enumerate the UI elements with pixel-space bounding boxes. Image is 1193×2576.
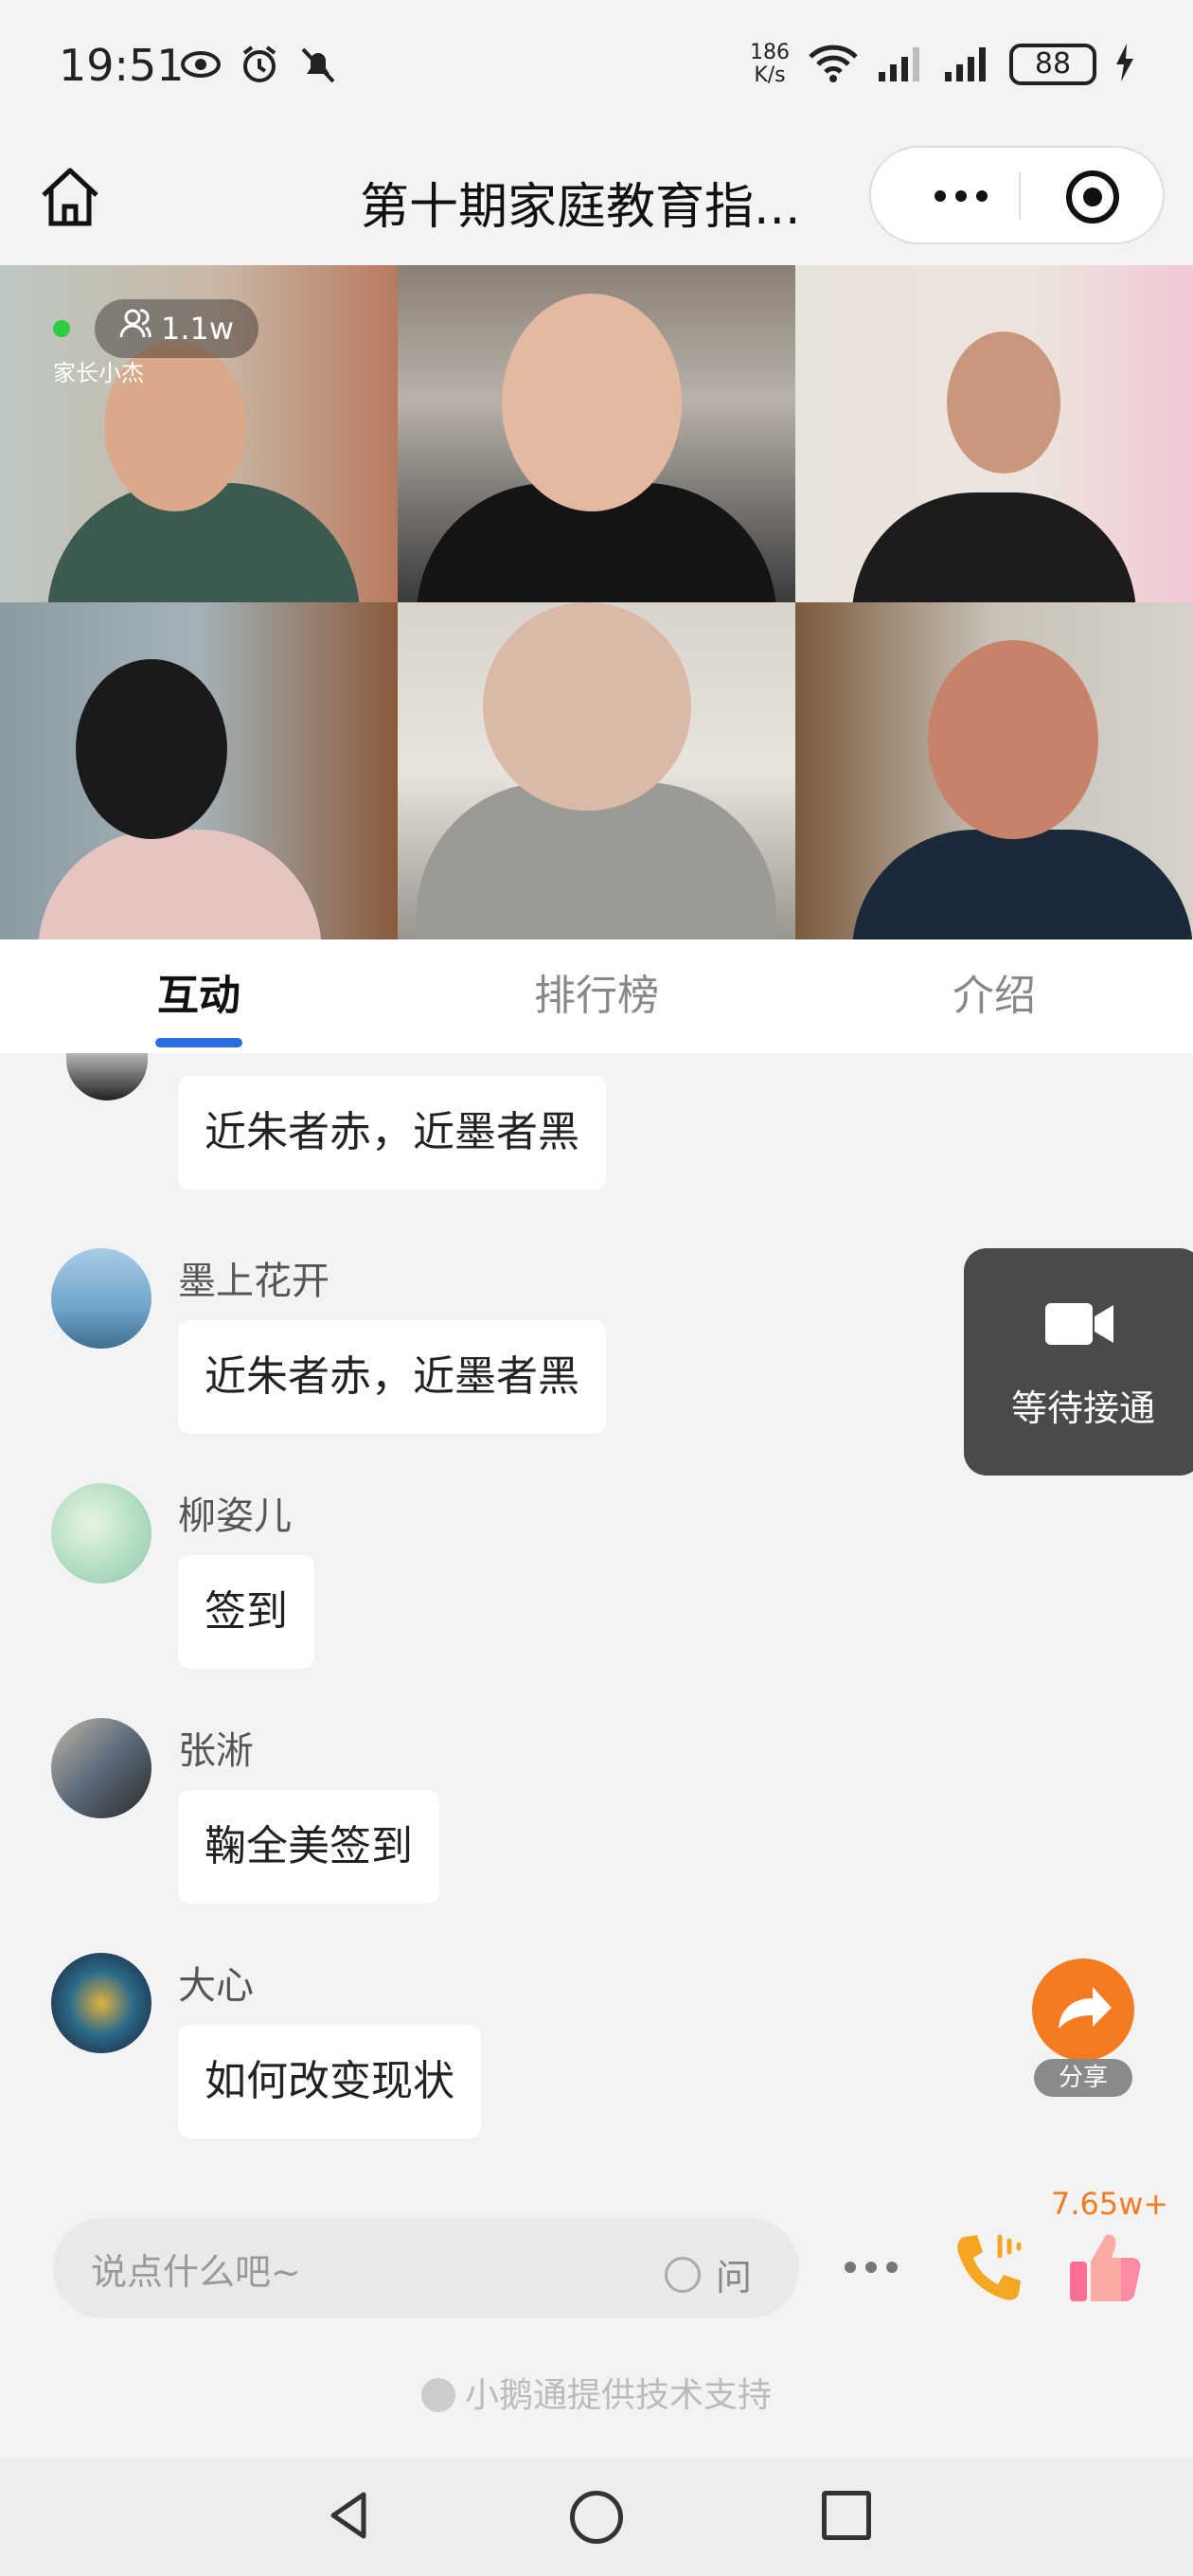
- message-sender: 张淅: [178, 1729, 254, 1773]
- home-icon[interactable]: [36, 163, 104, 231]
- home-circle-icon[interactable]: [570, 2491, 623, 2544]
- share-label: 分享: [1034, 2059, 1132, 2097]
- avatar[interactable]: [51, 1953, 151, 2053]
- message-bubble: 鞠全美签到: [178, 1790, 439, 1904]
- waiting-label: 等待接通: [1010, 1387, 1155, 1429]
- net-speed-unit: K/s: [754, 63, 786, 87]
- status-time: 19:51: [59, 40, 185, 91]
- capsule-menu: [869, 146, 1165, 244]
- radio-icon: [665, 2256, 701, 2293]
- share-button[interactable]: 分享: [1032, 1959, 1134, 2097]
- xiaoetong-logo-icon: [420, 2378, 455, 2412]
- ask-toggle[interactable]: 问: [665, 2248, 752, 2300]
- viewer-count: 1.1w: [161, 311, 235, 347]
- net-speed-value: 186: [750, 41, 790, 64]
- powered-by-text: 小鹅通提供技术支持: [464, 2376, 772, 2415]
- like-count: 7.65w+: [1051, 2186, 1169, 2222]
- tab-bar: 互动 排行榜 介绍: [0, 939, 1193, 1053]
- tab-interaction[interactable]: 互动: [0, 939, 398, 1053]
- message-sender: 柳姿儿: [178, 1494, 292, 1538]
- bottom-bar: 说点什么吧~ 问 7.65w+ 小鹅通提供技术支持: [0, 2186, 1193, 2459]
- waiting-connect-button[interactable]: 等待接通: [964, 1248, 1193, 1476]
- avatar[interactable]: [66, 1053, 148, 1100]
- back-icon[interactable]: [322, 2487, 379, 2544]
- eye-icon: [180, 44, 222, 85]
- thumbs-up-icon[interactable]: [1064, 2227, 1144, 2307]
- status-right: 186 K/s 88: [750, 42, 1136, 87]
- video-tile[interactable]: [795, 265, 1193, 602]
- live-indicator: [53, 320, 70, 337]
- page-title: 第十期家庭教育指...: [360, 179, 801, 236]
- video-tile[interactable]: [0, 602, 398, 939]
- phone-call-icon[interactable]: [951, 2227, 1030, 2307]
- message-sender: 大心: [178, 1964, 254, 2008]
- wifi-icon: [807, 42, 860, 87]
- recent-apps-icon[interactable]: [822, 2491, 871, 2540]
- avatar[interactable]: [51, 1248, 151, 1349]
- charging-icon: [1113, 42, 1136, 87]
- video-camera-icon: [1043, 1299, 1115, 1349]
- signal-icon: [877, 42, 926, 87]
- video-grid: 1.1w 家长小杰: [0, 265, 1193, 939]
- net-speed: 186 K/s: [750, 42, 790, 87]
- comment-input[interactable]: 说点什么吧~ 问: [53, 2218, 799, 2318]
- avatar[interactable]: [51, 1483, 151, 1583]
- system-navigation-bar: [0, 2459, 1193, 2576]
- more-icon[interactable]: [909, 172, 1013, 220]
- comment-placeholder: 说点什么吧~: [91, 2251, 301, 2293]
- tab-leaderboard[interactable]: 排行榜: [398, 939, 795, 1053]
- ask-label: 问: [716, 2257, 753, 2299]
- chat-list[interactable]: 近朱者赤，近墨者黑 墨上花开 近朱者赤，近墨者黑 柳姿儿 签到 张淅 鞠全美签到…: [0, 1053, 1193, 2186]
- viewers-icon: [119, 299, 151, 358]
- status-icons-left: [180, 44, 339, 85]
- message-bubble: 近朱者赤，近墨者黑: [178, 1320, 606, 1434]
- message-bubble: 如何改变现状: [178, 2025, 481, 2138]
- signal-icon: [943, 42, 992, 87]
- share-arrow-icon: [1032, 1959, 1134, 2061]
- video-tile[interactable]: 1.1w 家长小杰: [0, 265, 398, 602]
- video-tile[interactable]: [398, 265, 795, 602]
- message-bubble: 近朱者赤，近墨者黑: [178, 1076, 606, 1190]
- message-bubble: 签到: [178, 1555, 314, 1669]
- tab-intro[interactable]: 介绍: [795, 939, 1193, 1053]
- avatar[interactable]: [51, 1718, 151, 1818]
- host-label: 家长小杰: [53, 360, 144, 386]
- video-tile[interactable]: [398, 602, 795, 939]
- powered-by: 小鹅通提供技术支持: [0, 2368, 1193, 2417]
- status-bar: 19:51 186 K/s 88: [0, 0, 1193, 133]
- video-tile[interactable]: [795, 602, 1193, 939]
- record-icon[interactable]: [1066, 170, 1119, 224]
- mini-program-header: 第十期家庭教育指...: [0, 133, 1193, 265]
- more-dots-icon[interactable]: [845, 2262, 898, 2273]
- battery-indicator: 88: [1009, 44, 1096, 85]
- message-sender: 墨上花开: [178, 1260, 329, 1303]
- viewer-count-badge: 1.1w: [95, 299, 259, 358]
- alarm-icon: [239, 44, 280, 85]
- mute-icon: [297, 44, 339, 85]
- capsule-divider: [1019, 172, 1021, 220]
